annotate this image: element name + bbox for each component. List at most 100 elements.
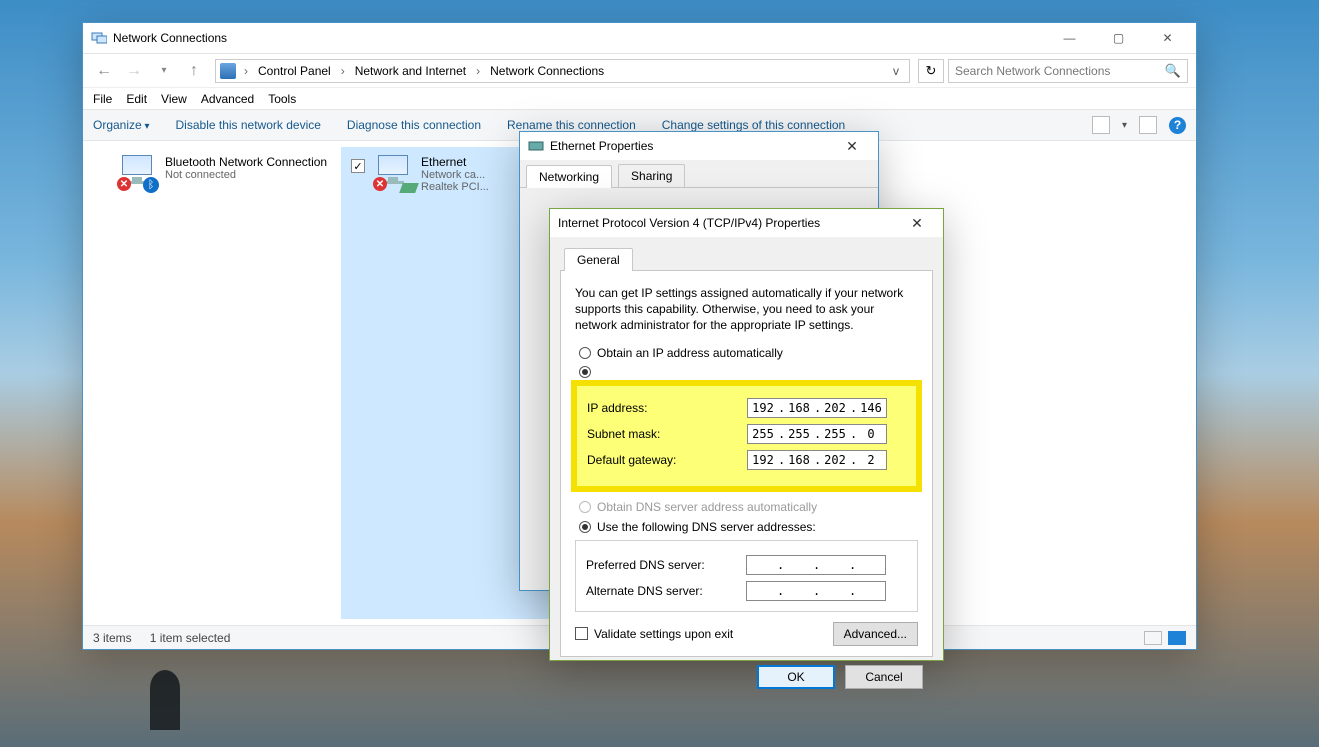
dialog-buttons: OK Cancel	[560, 657, 933, 689]
checkbox-icon	[575, 627, 588, 640]
titlebar[interactable]: Network Connections — ▢ ✕	[83, 23, 1196, 53]
menu-bar: File Edit View Advanced Tools	[83, 87, 1196, 109]
details-view-button[interactable]	[1144, 631, 1162, 645]
search-icon: 🔍	[1165, 63, 1181, 79]
gateway-row: Default gateway: 192. 168. 202. 2	[587, 450, 906, 470]
tab-sharing[interactable]: Sharing	[618, 164, 685, 187]
connection-name: Bluetooth Network Connection	[165, 155, 327, 169]
dns-group: Preferred DNS server: . . . Alternate DN…	[575, 540, 918, 612]
preferred-dns-input[interactable]: . . .	[746, 555, 886, 575]
app-icon	[91, 30, 107, 46]
connection-driver: Realtek PCI...	[421, 181, 489, 193]
alternate-dns-row: Alternate DNS server: . . .	[586, 581, 907, 601]
breadcrumb[interactable]: Network Connections	[488, 62, 606, 80]
view-dropdown-icon[interactable]: ▾	[1122, 120, 1127, 131]
change-settings[interactable]: Change settings of this connection	[662, 118, 845, 132]
gateway-input[interactable]: 192. 168. 202. 2	[747, 450, 887, 470]
back-button[interactable]: ←	[91, 58, 117, 84]
up-button[interactable]: ↑	[181, 58, 207, 84]
pref-dns-label: Preferred DNS server:	[586, 558, 746, 572]
connection-name: Ethernet	[421, 155, 489, 169]
menu-tools[interactable]: Tools	[268, 92, 296, 106]
tiles-view-button[interactable]	[1168, 631, 1186, 645]
wallpaper-runner	[150, 670, 180, 730]
navigation-bar: ← → ▾ ↑ Control Panel Network and Intern…	[83, 53, 1196, 87]
forward-button[interactable]: →	[121, 58, 147, 84]
ip-label: IP address:	[587, 401, 747, 415]
dialog-title: Ethernet Properties	[550, 139, 653, 153]
connection-status: Not connected	[165, 169, 327, 181]
network-icon: ✕	[373, 155, 413, 191]
ethernet-plug-icon	[399, 183, 419, 193]
refresh-button[interactable]: ↻	[918, 59, 944, 83]
tab-general[interactable]: General	[564, 248, 633, 271]
subnet-mask-input[interactable]: 255. 255. 255. 0	[747, 424, 887, 444]
minimize-button[interactable]: —	[1047, 24, 1092, 52]
unavailable-icon: ✕	[117, 177, 131, 191]
dialog-close-button[interactable]: ✕	[899, 211, 935, 235]
ip-address-row: IP address: 192. 168. 202. 146	[587, 398, 906, 418]
breadcrumb[interactable]: Control Panel	[256, 62, 333, 80]
search-input[interactable]: Search Network Connections 🔍	[948, 59, 1188, 83]
network-icon: ✕ ᛒ	[117, 155, 157, 191]
dialog-close-button[interactable]: ✕	[834, 134, 870, 158]
use-dns-radio[interactable]: Use the following DNS server addresses:	[579, 520, 918, 534]
advanced-button[interactable]: Advanced...	[833, 622, 918, 646]
diagnose-connection[interactable]: Diagnose this connection	[347, 118, 481, 132]
nic-icon	[528, 138, 544, 154]
preview-pane-button[interactable]	[1139, 116, 1157, 134]
search-placeholder: Search Network Connections	[955, 64, 1110, 78]
dialog-titlebar[interactable]: Ethernet Properties ✕	[520, 132, 878, 160]
ok-button[interactable]: OK	[757, 665, 835, 689]
menu-advanced[interactable]: Advanced	[201, 92, 254, 106]
organize-menu[interactable]: Organize	[93, 118, 150, 132]
gateway-label: Default gateway:	[587, 453, 747, 467]
rename-connection[interactable]: Rename this connection	[507, 118, 636, 132]
subnet-label: Subnet mask:	[587, 427, 747, 441]
tabset: General	[560, 247, 933, 271]
unavailable-icon: ✕	[373, 177, 387, 191]
address-bar[interactable]: Control Panel Network and Internet Netwo…	[215, 59, 910, 83]
dialog-panel: You can get IP settings assigned automat…	[560, 270, 933, 657]
subnet-mask-row: Subnet mask: 255. 255. 255. 0	[587, 424, 906, 444]
use-ip-radio[interactable]	[579, 366, 918, 378]
selection-count: 1 item selected	[150, 631, 231, 645]
breadcrumb[interactable]: Network and Internet	[353, 62, 468, 80]
recent-dropdown[interactable]: ▾	[151, 58, 177, 84]
bluetooth-icon: ᛒ	[143, 177, 159, 193]
menu-edit[interactable]: Edit	[126, 92, 147, 106]
item-count: 3 items	[93, 631, 132, 645]
radio-icon	[579, 521, 591, 533]
ip-address-input[interactable]: 192. 168. 202. 146	[747, 398, 887, 418]
help-button[interactable]: ?	[1169, 117, 1186, 134]
obtain-dns-auto-radio[interactable]: Obtain DNS server address automatically	[579, 500, 918, 514]
obtain-ip-auto-radio[interactable]: Obtain an IP address automatically	[579, 346, 918, 360]
window-title: Network Connections	[113, 31, 227, 45]
radio-icon	[579, 347, 591, 359]
dialog-titlebar[interactable]: Internet Protocol Version 4 (TCP/IPv4) P…	[550, 209, 943, 237]
breadcrumb-sep	[240, 64, 252, 78]
alt-dns-label: Alternate DNS server:	[586, 584, 746, 598]
ip-fields-highlight: IP address: 192. 168. 202. 146 Subnet ma…	[571, 380, 922, 492]
location-icon	[220, 63, 236, 79]
maximize-button[interactable]: ▢	[1096, 24, 1141, 52]
selection-checkbox[interactable]: ✓	[351, 159, 365, 173]
radio-icon	[579, 366, 591, 378]
tabset: Networking Sharing	[520, 160, 878, 188]
alternate-dns-input[interactable]: . . .	[746, 581, 886, 601]
validate-checkbox[interactable]: Validate settings upon exit	[575, 627, 733, 641]
connection-item-bluetooth[interactable]: ✕ ᛒ Bluetooth Network Connection Not con…	[83, 147, 341, 619]
preferred-dns-row: Preferred DNS server: . . .	[586, 555, 907, 575]
view-options-button[interactable]	[1092, 116, 1110, 134]
menu-view[interactable]: View	[161, 92, 187, 106]
settings-description: You can get IP settings assigned automat…	[575, 285, 918, 334]
disable-device[interactable]: Disable this network device	[176, 118, 321, 132]
address-dropdown[interactable]: v	[887, 64, 905, 78]
menu-file[interactable]: File	[93, 92, 112, 106]
tab-networking[interactable]: Networking	[526, 165, 612, 188]
close-button[interactable]: ✕	[1145, 24, 1190, 52]
connection-status: Network ca...	[421, 169, 489, 181]
cancel-button[interactable]: Cancel	[845, 665, 923, 689]
ipv4-properties-dialog: Internet Protocol Version 4 (TCP/IPv4) P…	[549, 208, 944, 661]
dialog-title: Internet Protocol Version 4 (TCP/IPv4) P…	[558, 216, 820, 230]
